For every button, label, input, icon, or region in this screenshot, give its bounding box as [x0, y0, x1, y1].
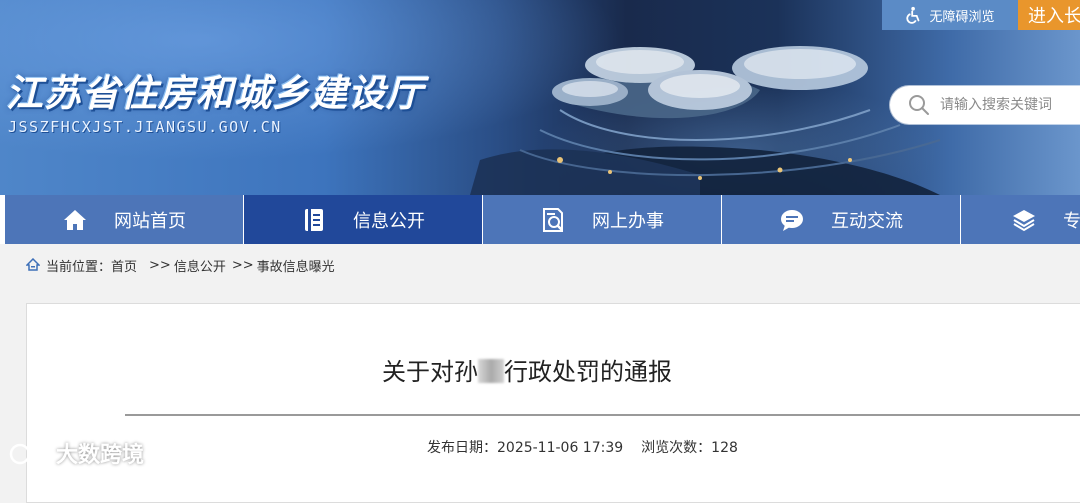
breadcrumb-prefix: 当前位置： — [46, 259, 112, 275]
article-title: 关于对孙 行政处罚的通报 — [27, 352, 1080, 387]
layers-icon — [1013, 209, 1035, 231]
nav-label: 网站首页 — [114, 210, 186, 232]
nav-item-info-disclosure[interactable]: 信息公开 — [244, 195, 482, 244]
search-icon — [909, 95, 929, 115]
watermark-logo-icon — [9, 442, 47, 465]
home-icon — [64, 209, 86, 230]
accessibility-button[interactable]: 无障碍浏览 — [882, 0, 1018, 30]
redacted-name-mask — [478, 359, 504, 383]
breadcrumb-link-accident[interactable]: 事故信息曝光 — [257, 256, 335, 275]
breadcrumb-separator: >> — [149, 257, 171, 273]
search-input[interactable] — [938, 96, 1080, 114]
search-box[interactable] — [890, 86, 1080, 124]
watermark: 大数跨境 — [8, 437, 144, 469]
views-label: 浏览次数： — [641, 440, 712, 456]
date-label: 发布日期： — [427, 440, 497, 456]
nav-label: 互动交流 — [831, 210, 903, 232]
nav-label: 信息公开 — [353, 210, 425, 232]
breadcrumb-separator: >> — [231, 257, 254, 273]
article-panel: 关于对孙 行政处罚的通报 发布日期：2025-11-06 17:39 浏览次数：12… — [26, 303, 1080, 503]
document-list-icon — [305, 208, 323, 231]
views-value: 128 — [711, 440, 738, 456]
accessibility-label: 无障碍浏览 — [929, 9, 995, 25]
elder-mode-button[interactable]: 进入长 — [1018, 0, 1080, 30]
main-nav: 网站首页 信息公开 网上办事 互动交流 专 — [0, 195, 1080, 244]
nav-item-home[interactable]: 网站首页 — [5, 195, 243, 244]
home-outline-icon — [26, 258, 40, 271]
breadcrumb: 当前位置： 首页 >> 信息公开 >> 事故信息曝光 — [0, 244, 1080, 286]
nav-item-special[interactable]: 专 — [961, 195, 1080, 244]
article-title-start: 关于对孙 — [382, 358, 478, 386]
breadcrumb-link-info[interactable]: 信息公开 — [174, 256, 226, 275]
date-value: 2025-11-06 17:39 — [497, 440, 624, 456]
article-meta: 发布日期：2025-11-06 17:39 浏览次数：128 — [427, 437, 738, 457]
site-url: JSSZFHCXJST.JIANGSU.GOV.CN — [8, 118, 282, 136]
nav-label: 专 — [1063, 210, 1080, 232]
article-title-end: 行政处罚的通报 — [504, 358, 672, 386]
header-banner: 江苏省住房和城乡建设厅 JSSZFHCXJST.JIANGSU.GOV.CN 无… — [0, 0, 1080, 195]
chat-bubble-icon — [781, 209, 803, 231]
watermark-text: 大数跨境 — [56, 443, 145, 468]
site-title: 江苏省住房和城乡建设厅 — [6, 72, 424, 115]
nav-item-interaction[interactable]: 互动交流 — [722, 195, 960, 244]
wheelchair-icon — [906, 6, 920, 24]
search-document-icon — [543, 207, 563, 232]
nav-item-online-services[interactable]: 网上办事 — [483, 195, 721, 244]
title-divider — [125, 414, 1080, 416]
nav-label: 网上办事 — [592, 210, 664, 232]
breadcrumb-link-home[interactable]: 首页 — [111, 256, 137, 275]
